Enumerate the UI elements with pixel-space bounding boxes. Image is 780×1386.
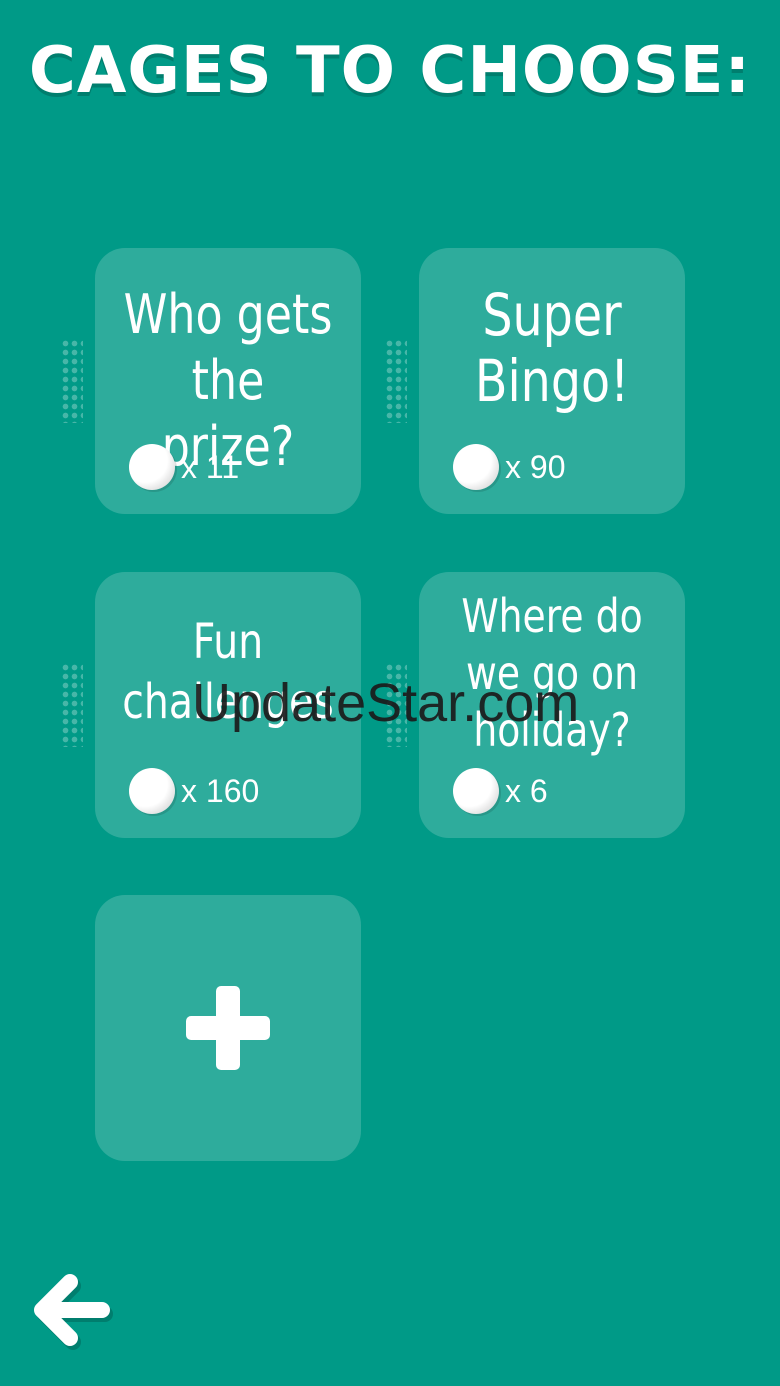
ball-icon <box>453 444 499 490</box>
drag-handle-icon[interactable] <box>61 663 83 747</box>
ball-count-value: x 11 <box>181 448 240 485</box>
plus-icon <box>186 986 270 1070</box>
ball-count: x 6 <box>453 768 548 814</box>
ball-count: x 11 <box>129 444 239 490</box>
ball-count-value: x 6 <box>505 772 548 809</box>
add-cage-button[interactable] <box>95 895 361 1161</box>
cage-title: Super Bingo! <box>474 281 630 415</box>
back-button[interactable] <box>32 1272 116 1356</box>
ball-count-value: x 160 <box>181 772 260 809</box>
arrow-left-icon <box>34 1274 113 1350</box>
page-title: CAGES TO CHOOSE: <box>28 34 752 108</box>
watermark-text: UpdateStar.com <box>192 673 580 733</box>
ball-icon <box>453 768 499 814</box>
ball-icon <box>129 768 175 814</box>
cage-card-super-bingo[interactable]: Super Bingo! x 90 <box>419 248 685 514</box>
ball-count: x 160 <box>129 768 259 814</box>
ball-icon <box>129 444 175 490</box>
ball-count: x 90 <box>453 444 565 490</box>
drag-handle-icon[interactable] <box>61 339 83 423</box>
cage-card-who-gets-the-prize[interactable]: Who gets the prize? x 11 <box>95 248 361 514</box>
ball-count-value: x 90 <box>505 448 566 485</box>
drag-handle-icon[interactable] <box>385 339 407 423</box>
